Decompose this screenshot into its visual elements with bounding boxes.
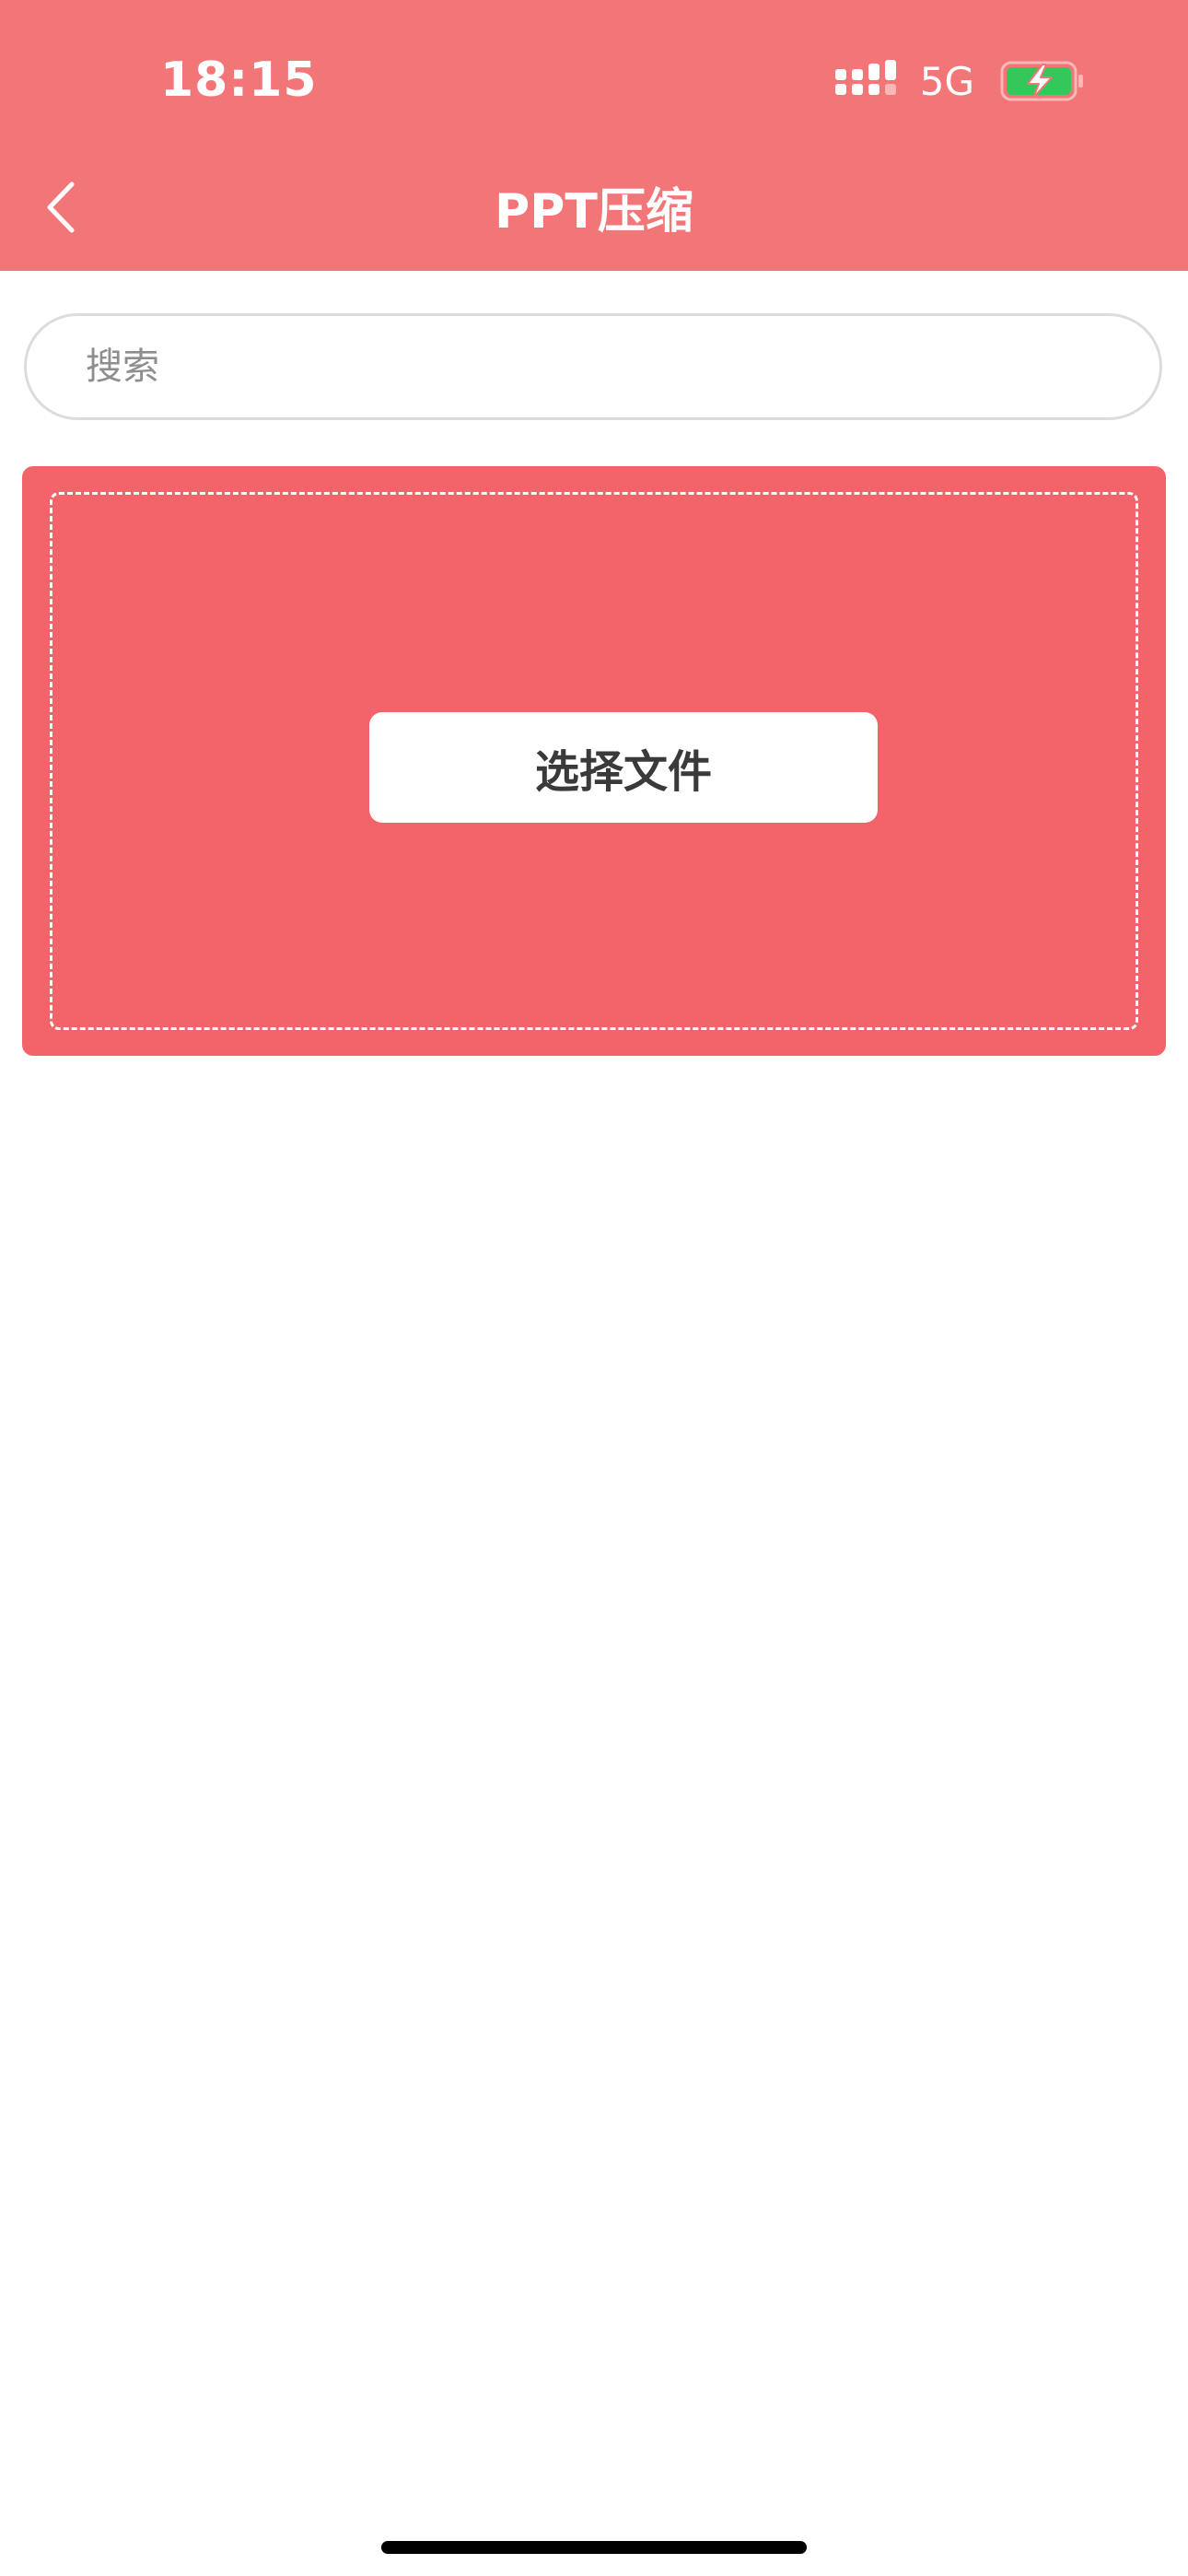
app-screen: 18:15 5G PPT压缩 搜索 选择文件 bbox=[0, 0, 1188, 2576]
home-indicator bbox=[381, 2541, 807, 2554]
signal-bars-icon bbox=[834, 60, 896, 95]
upload-card: 选择文件 bbox=[22, 466, 1166, 1056]
status-time: 18:15 bbox=[160, 53, 318, 108]
select-file-button[interactable]: 选择文件 bbox=[369, 712, 878, 823]
network-type-label: 5G bbox=[919, 58, 974, 104]
search-box[interactable] bbox=[24, 313, 1162, 420]
page-title: PPT压缩 bbox=[495, 184, 693, 240]
upload-dropzone[interactable]: 选择文件 bbox=[50, 492, 1138, 1030]
search-input[interactable] bbox=[84, 329, 1101, 404]
battery-charging-icon bbox=[1000, 61, 1083, 101]
header-bar: 18:15 5G PPT压缩 bbox=[0, 0, 1188, 271]
status-indicators: 5G bbox=[834, 55, 1085, 107]
